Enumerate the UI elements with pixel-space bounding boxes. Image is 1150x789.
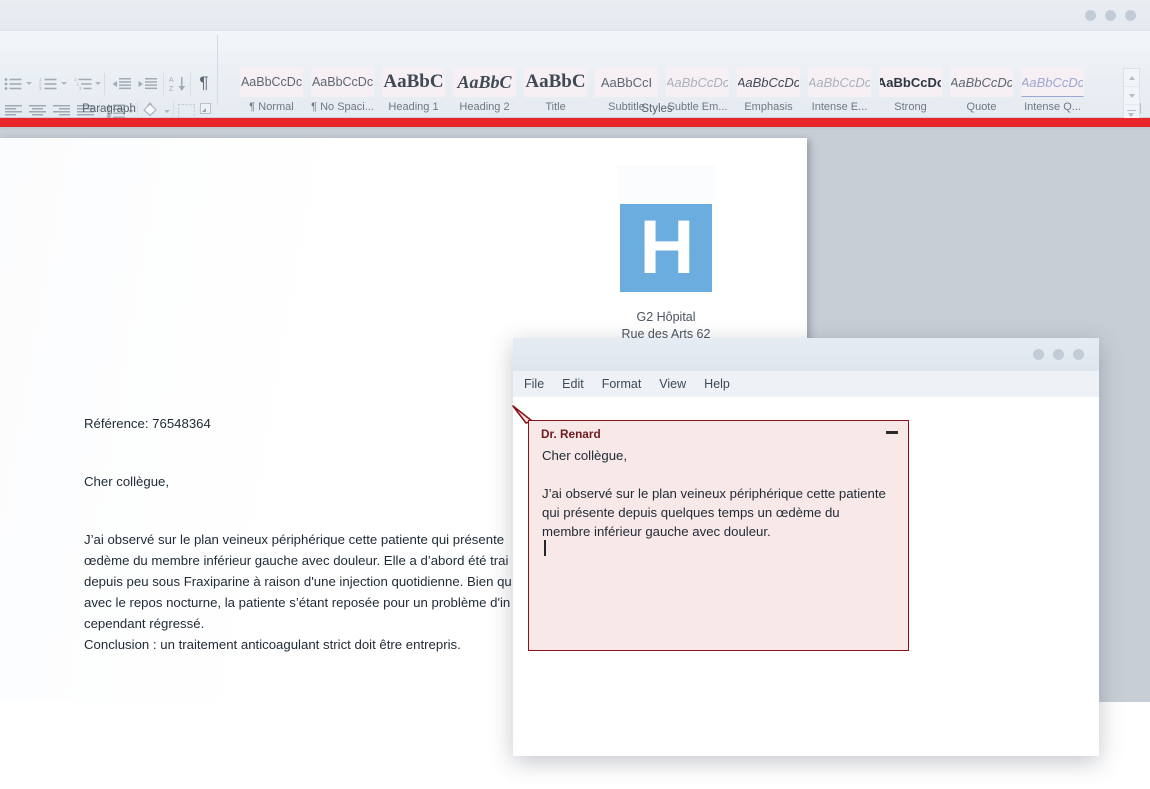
style-item-subtitle[interactable]: AaBbCcI Subtitle: [591, 67, 662, 123]
style-preview: AaBbC: [382, 67, 445, 97]
popup-menubar: File Edit Format View Help: [513, 371, 1099, 397]
styles-gallery-scrollbar[interactable]: [1123, 68, 1140, 123]
menu-item-help[interactable]: Help: [704, 377, 730, 391]
comment-body-text[interactable]: Cher collègue, J’ai observé sur le plan …: [542, 446, 897, 541]
svg-text:3: 3: [39, 86, 42, 91]
increase-indent-icon[interactable]: [136, 75, 158, 93]
menu-item-edit[interactable]: Edit: [562, 377, 584, 391]
svg-text:Z: Z: [169, 86, 174, 93]
popup-maximize-dot[interactable]: [1053, 349, 1064, 360]
style-preview: AaBbCcDc: [240, 67, 303, 97]
menu-item-view[interactable]: View: [659, 377, 686, 391]
styles-gallery: AaBbCcDc ¶ Normal AaBbCcDc ¶ No Spaci...…: [236, 67, 1120, 123]
style-label: Subtitle: [608, 101, 645, 113]
style-label: Emphasis: [744, 101, 793, 113]
ribbon-group-paragraph-label: Paragraph: [82, 103, 136, 115]
style-item-normal[interactable]: AaBbCcDc ¶ Normal: [236, 67, 307, 123]
bullet-list-chevron-down-icon[interactable]: [26, 82, 32, 85]
chevron-down-icon: [1128, 93, 1135, 98]
document-body-paragraph: J’ai observé sur le plan veineux périphé…: [84, 532, 512, 631]
style-item-subtle-emphasis[interactable]: AaBbCcDc Subtle Em...: [662, 67, 733, 123]
style-label: ¶ No Spaci...: [311, 101, 374, 113]
styles-scroll-up-button[interactable]: [1124, 69, 1139, 87]
multilevel-list-chevron-down-icon[interactable]: [95, 82, 101, 85]
numbered-list-chevron-down-icon[interactable]: [61, 82, 67, 85]
maximize-dot[interactable]: [1105, 10, 1116, 21]
window-titlebar: [0, 0, 1150, 31]
style-item-no-spacing[interactable]: AaBbCcDc ¶ No Spaci...: [307, 67, 378, 123]
document-conclusion: Conclusion : un traitement anticoagulant…: [84, 637, 461, 652]
document-salutation: Cher collègue,: [84, 474, 170, 489]
style-preview: AaBbCcDc: [808, 67, 871, 97]
style-item-intense-quote[interactable]: AaBbCcDc Intense Q...: [1017, 67, 1088, 123]
window-controls: [1085, 10, 1136, 21]
popup-window-controls: [1033, 349, 1084, 360]
style-label: Quote: [966, 101, 997, 113]
ribbon-group-paragraph: 1 2 3 1 2 3 A Z ¶ Paragraph: [0, 31, 218, 123]
menu-item-format[interactable]: Format: [602, 377, 642, 391]
style-preview: AaBbCcDc: [950, 67, 1013, 97]
numbered-list-icon[interactable]: 1 2 3: [37, 75, 59, 93]
bullet-list-icon[interactable]: [2, 75, 24, 93]
style-label: Heading 1: [388, 101, 439, 113]
decrease-indent-icon[interactable]: [110, 75, 132, 93]
style-preview: AaBbCcI: [595, 67, 658, 97]
style-item-title[interactable]: AaBbC Title: [520, 67, 591, 123]
style-item-quote[interactable]: AaBbCcDc Quote: [946, 67, 1017, 123]
popup-minimize-dot[interactable]: [1033, 349, 1044, 360]
more-styles-icon: [1127, 110, 1136, 117]
paragraph-dialog-launcher[interactable]: [200, 103, 211, 114]
app-screen: 1 2 3 1 2 3 A Z ¶ Paragraph Styles AaBbC…: [0, 0, 1150, 789]
show-formatting-marks-icon[interactable]: ¶: [194, 73, 214, 93]
style-item-intense-emphasis[interactable]: AaBbCcDc Intense E...: [804, 67, 875, 123]
close-dot[interactable]: [1125, 10, 1136, 21]
menu-item-file[interactable]: File: [524, 377, 544, 391]
document-reference: Référence: 76548364: [84, 416, 211, 431]
letterhead-name: G2 Hôpital: [636, 310, 696, 324]
hospital-logo: H: [620, 204, 712, 292]
comment-author: Dr. Renard: [541, 427, 601, 441]
style-item-heading-2[interactable]: AaBbC Heading 2: [449, 67, 520, 123]
svg-text:3: 3: [79, 86, 82, 91]
popup-close-dot[interactable]: [1073, 349, 1084, 360]
text-cursor: [544, 540, 546, 556]
style-label: Strong: [894, 101, 927, 113]
style-preview: AaBbC: [453, 67, 516, 97]
style-item-heading-1[interactable]: AaBbC Heading 1: [378, 67, 449, 123]
style-preview: AaBbCcDc: [737, 67, 800, 97]
sort-icon[interactable]: A Z: [167, 74, 189, 94]
styles-scroll-down-button[interactable]: [1124, 87, 1139, 105]
style-preview: AaBbCcDc: [879, 67, 942, 97]
chevron-up-icon: [1128, 75, 1135, 80]
style-item-strong[interactable]: AaBbCcDc Strong: [875, 67, 946, 123]
style-label: Heading 2: [459, 101, 510, 113]
multilevel-list-icon[interactable]: 1 2 3: [72, 75, 94, 93]
minimize-dot[interactable]: [1085, 10, 1096, 21]
ribbon: 1 2 3 1 2 3 A Z ¶ Paragraph Styles AaBbC…: [0, 31, 1150, 123]
style-label: Subtle Em...: [667, 101, 728, 113]
toolbar-divider-2: [163, 73, 164, 95]
letterhead-placeholder: [617, 166, 716, 201]
style-preview: AaBbC: [524, 67, 587, 97]
toolbar-divider-3: [190, 73, 191, 95]
style-label: ¶ Normal: [249, 101, 294, 113]
svg-text:A: A: [169, 77, 174, 84]
style-item-emphasis[interactable]: AaBbCcDc Emphasis: [733, 67, 804, 123]
group-divider: [217, 35, 218, 105]
accent-bar: [0, 118, 1150, 127]
style-label: Intense Q...: [1024, 101, 1081, 113]
hospital-logo-letter: H: [639, 205, 695, 290]
style-label: Intense E...: [811, 101, 868, 113]
comment-minimize-button[interactable]: [886, 431, 898, 434]
toolbar-divider: [104, 73, 105, 95]
style-preview: AaBbCcDc: [1021, 67, 1084, 97]
style-label: Title: [545, 101, 566, 113]
style-preview: AaBbCcDc: [311, 67, 374, 97]
style-preview: AaBbCcDc: [666, 67, 729, 97]
popup-titlebar[interactable]: [513, 338, 1099, 371]
